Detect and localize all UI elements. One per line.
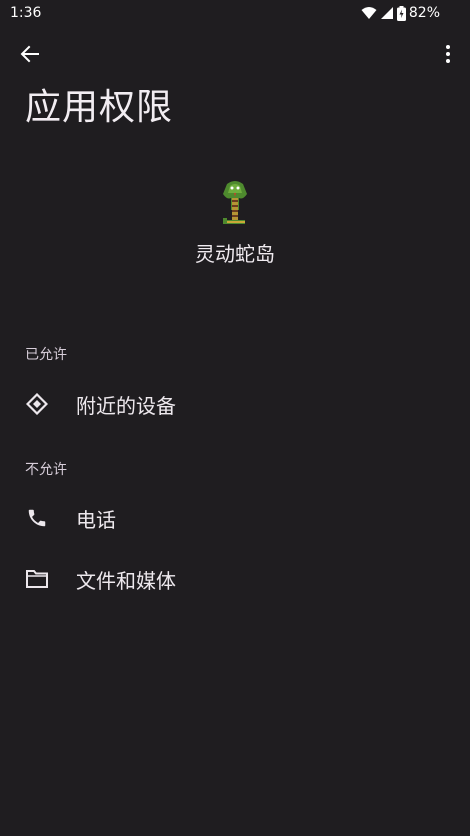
- nearby-devices-icon: [25, 392, 49, 416]
- page-title: 应用权限: [25, 87, 174, 128]
- permission-item-files-media[interactable]: 文件和媒体: [0, 551, 470, 607]
- permission-label: 附近的设备: [76, 393, 176, 418]
- permission-label: 电话: [76, 507, 116, 532]
- folder-icon: [25, 567, 49, 591]
- battery-percentage: 82%: [408, 5, 440, 21]
- app-name: 灵动蛇岛: [195, 242, 275, 266]
- permission-item-nearby-devices[interactable]: 附近的设备: [0, 376, 470, 432]
- status-icons: 82%: [361, 5, 440, 21]
- wifi-icon: [361, 6, 377, 20]
- section-header-not-allowed: 不允许: [25, 462, 67, 478]
- snake-app-icon: [217, 180, 253, 228]
- back-button[interactable]: [14, 40, 46, 72]
- section-header-allowed: 已允许: [25, 347, 67, 363]
- battery-charging-icon: [396, 5, 406, 21]
- phone-icon: [25, 506, 49, 530]
- more-options-button[interactable]: [436, 40, 460, 72]
- permission-item-phone[interactable]: 电话: [0, 490, 470, 546]
- signal-icon: [380, 6, 394, 20]
- more-vert-icon: [445, 44, 451, 68]
- status-bar: 1:36 82%: [0, 0, 470, 28]
- status-time: 1:36: [10, 5, 42, 21]
- app-permissions-screen: 1:36 82% 应用权限 灵动蛇岛 已允许 附近的设备 不允许 电话 文件和媒…: [0, 0, 470, 836]
- arrow-back-icon: [20, 44, 40, 68]
- permission-label: 文件和媒体: [76, 568, 176, 593]
